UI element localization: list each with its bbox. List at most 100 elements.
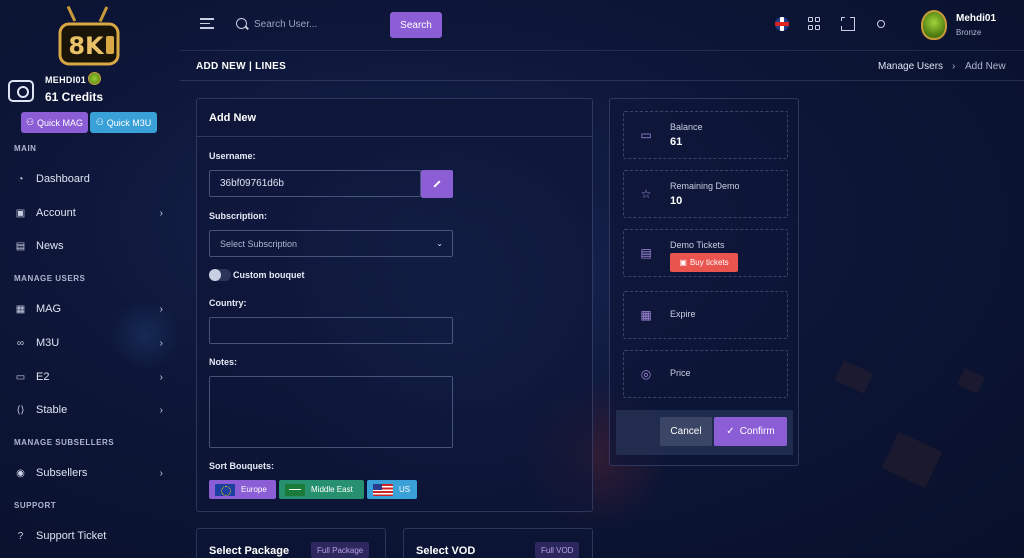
sidebar-item-label: Support Ticket: [36, 530, 107, 542]
help-icon: ?: [17, 530, 24, 542]
profile-rank: Bronze: [956, 28, 982, 37]
calendar-icon: ▦: [640, 308, 652, 322]
sidebar: 8K MEHDI01 61 Credits ⚇ Quick MAG ⚇ Quick …: [0, 0, 180, 558]
notes-label: Notes:: [209, 357, 238, 367]
bouquet-label: US: [399, 485, 411, 494]
sidebar-item-m3u[interactable]: ∞ M3U ›: [14, 333, 169, 353]
sidebar-item-dashboard[interactable]: ◔ Dashboard: [14, 169, 169, 189]
chevron-down-icon: ⌄: [436, 239, 443, 248]
fullscreen-icon[interactable]: [840, 16, 855, 31]
user-name: MEHDI01: [45, 75, 87, 85]
user-icon: ⚇: [95, 117, 104, 127]
confirm-label: Confirm: [739, 426, 775, 437]
username-label: Username:: [209, 151, 256, 161]
e2-icon: ▭: [15, 371, 26, 383]
asteroid-decoration: [881, 431, 943, 489]
sidebar-item-label: News: [36, 240, 64, 252]
nav-section-main: MAIN: [14, 144, 37, 153]
sidebar-item-account[interactable]: ▣ Account ›: [14, 203, 169, 223]
expire-stat: ▦ Expire: [623, 291, 788, 339]
news-icon: ▤: [15, 240, 26, 252]
sidebar-item-e2[interactable]: ▭ E2 ›: [14, 367, 169, 387]
username-field[interactable]: [209, 170, 421, 197]
select-vod-card: Select VOD Full VOD: [403, 528, 593, 558]
theme-toggle-icon[interactable]: [874, 17, 888, 31]
subscription-select[interactable]: Select Subscription ⌄: [209, 230, 453, 257]
page-title: ADD NEW | LINES: [196, 61, 287, 72]
confirm-button[interactable]: ✓ Confirm: [714, 417, 787, 446]
saudi-flag-icon: [285, 483, 305, 496]
quick-m3u-button[interactable]: ⚇ Quick M3U: [90, 112, 157, 133]
buy-tickets-label: Buy tickets: [689, 258, 729, 267]
country-label: Country:: [209, 298, 247, 308]
nav-section-manage-subsellers: MANAGE SUBSELLERS: [14, 438, 115, 447]
user-summary: MEHDI01 61 Credits: [8, 72, 178, 110]
full-vod-badge[interactable]: Full VOD: [535, 542, 580, 558]
chevron-right-icon: ›: [159, 467, 163, 479]
sidebar-item-stable[interactable]: ⟨⟩ Stable ›: [14, 400, 169, 420]
check-icon: ✓: [726, 426, 735, 437]
country-field[interactable]: [209, 317, 453, 344]
search-input[interactable]: [254, 12, 384, 36]
language-flag-icon[interactable]: [775, 17, 789, 31]
balance-stat: ▭ Balance 61: [623, 111, 788, 159]
chevron-right-icon: ›: [159, 207, 163, 219]
sidebar-item-news[interactable]: ▤ News: [14, 236, 169, 256]
breadcrumb-manage-users[interactable]: Manage Users: [878, 61, 943, 72]
demo-tickets-label: Demo Tickets: [670, 240, 725, 250]
cancel-button[interactable]: Cancel: [660, 417, 712, 446]
sidebar-item-mag[interactable]: ▦ MAG ›: [14, 299, 169, 319]
topbar: Search Mehdi01 Bronze: [180, 0, 1024, 50]
user-circle-icon: ◉: [16, 467, 25, 479]
nav-section-manage-users: MANAGE USERS: [14, 274, 86, 283]
custom-bouquet-toggle[interactable]: [209, 269, 231, 281]
sidebar-item-support-ticket[interactable]: ? Support Ticket: [14, 526, 169, 546]
sidebar-item-label: MAG: [36, 303, 62, 315]
code-icon: ⟨⟩: [16, 404, 25, 416]
balance-label: Balance: [670, 122, 703, 132]
full-package-badge[interactable]: Full Package: [311, 542, 370, 558]
sidebar-item-label: E2: [36, 371, 50, 383]
search-button[interactable]: Search: [390, 12, 442, 38]
apps-grid-icon[interactable]: [808, 17, 822, 31]
wallet-icon: ▭: [640, 128, 652, 142]
buy-tickets-button[interactable]: ▣ Buy tickets: [670, 253, 738, 272]
quick-mag-button[interactable]: ⚇ Quick MAG: [21, 112, 88, 133]
rank-badge-icon: [88, 72, 101, 85]
menu-toggle-icon[interactable]: [200, 18, 214, 30]
brand-logo: 8K: [58, 5, 120, 66]
select-package-title: Select Package: [209, 545, 290, 557]
remaining-demo-label: Remaining Demo: [670, 181, 740, 191]
mag-icon: ▦: [15, 303, 26, 315]
ticket-icon: ▤: [640, 246, 652, 260]
bouquet-europe[interactable]: Europe: [209, 480, 276, 499]
sort-bouquets-label: Sort Bouquets:: [209, 461, 274, 471]
link-icon: ∞: [16, 337, 25, 349]
remaining-demo-value: 10: [670, 195, 683, 207]
nav-section-support: SUPPORT: [14, 501, 57, 510]
card-title: Add New: [209, 112, 257, 124]
balance-value: 61: [670, 136, 683, 148]
bouquet-middle-east[interactable]: Middle East: [279, 480, 364, 499]
card-footer: Cancel ✓ Confirm: [616, 410, 793, 455]
cart-icon: ▣: [679, 258, 687, 267]
breadcrumb-current: Add New: [965, 61, 1006, 72]
search-icon: [236, 18, 247, 29]
user-credits: 61 Credits: [45, 90, 104, 104]
asteroid-decoration: [957, 368, 985, 394]
sidebar-item-label: Account: [36, 207, 76, 219]
sidebar-item-label: Stable: [36, 404, 68, 416]
eu-flag-icon: [215, 483, 235, 496]
chevron-right-icon: ›: [159, 337, 163, 349]
logo-text: 8K: [68, 32, 105, 60]
chevron-right-icon: ›: [159, 303, 163, 315]
bouquet-us[interactable]: US: [367, 480, 417, 499]
account-icon: ▣: [15, 207, 26, 219]
select-vod-title: Select VOD: [416, 545, 476, 557]
regenerate-username-button[interactable]: [421, 170, 453, 198]
profile-name[interactable]: Mehdi01: [956, 13, 996, 24]
notes-field[interactable]: [209, 376, 453, 448]
avatar[interactable]: [921, 10, 947, 40]
remaining-demo-stat: ☆ Remaining Demo 10: [623, 170, 788, 218]
sidebar-item-subsellers[interactable]: ◉ Subsellers ›: [14, 463, 169, 483]
